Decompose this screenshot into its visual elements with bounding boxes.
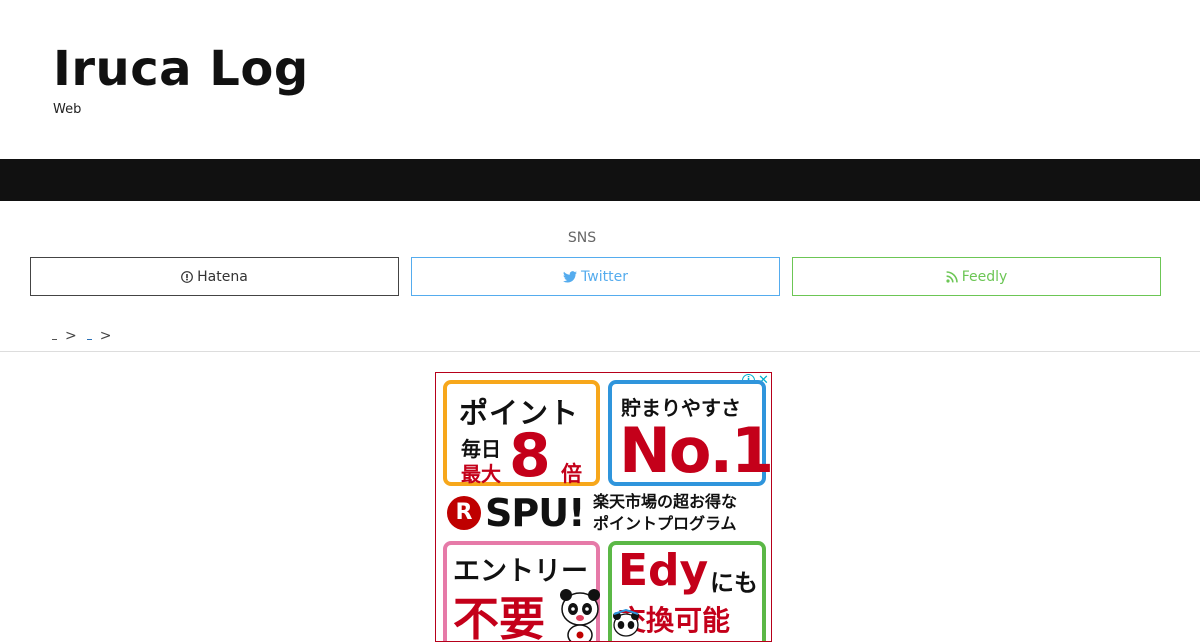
panda-mascot-icon — [560, 589, 600, 641]
breadcrumb-category-link[interactable] — [86, 336, 92, 340]
hatena-icon — [181, 270, 194, 283]
ad-tagline-line1: 楽天市場の超お得な — [593, 492, 738, 511]
ad-entry-value: 不要 — [453, 592, 545, 642]
ad-points-suffix: 倍 — [561, 462, 582, 486]
ad-panel-points: ポイント 毎日 最大 8 倍 — [443, 380, 600, 486]
ad-panel-ranking: 貯まりやすさ No.1 — [608, 380, 771, 486]
ad-points-multiplier: 8 — [509, 421, 551, 491]
feedly-label: Feedly — [961, 268, 1008, 285]
ad-tagline-line2: ポイントプログラム — [593, 514, 737, 533]
twitter-icon — [563, 270, 578, 283]
twitter-label: Twitter — [581, 268, 628, 285]
feedly-follow-button[interactable]: Feedly — [792, 257, 1161, 296]
hatena-label: Hatena — [197, 268, 248, 285]
breadcrumb-separator: > — [99, 328, 112, 344]
hatena-share-button[interactable]: Hatena — [30, 257, 399, 296]
rakuten-r-icon: R — [447, 496, 481, 530]
rakuten-spu-ad-banner[interactable]: i ✕ ポイント 毎日 最大 8 倍 貯まりやすさ No.1 R SPU! 楽天… — [435, 372, 772, 642]
site-header: Iruca Log Web — [0, 0, 1200, 159]
site-title[interactable]: Iruca Log — [53, 40, 309, 98]
sns-heading: SNS — [567, 230, 597, 246]
rakuten-spu-logo: R SPU! — [447, 491, 585, 535]
breadcrumb: > > — [52, 328, 117, 344]
breadcrumb-separator: > — [65, 328, 77, 344]
ad-tagline: 楽天市場の超お得な ポイントプログラム — [593, 491, 737, 535]
spu-logo-text: SPU! — [485, 491, 585, 535]
ad-panel-entry: エントリー 不要 — [443, 541, 600, 642]
site-description: Web — [53, 102, 82, 117]
global-navbar — [0, 159, 1200, 201]
ad-ranking-value: No.1 — [619, 414, 772, 487]
small-panda-mascot-icon — [613, 609, 639, 637]
ad-edy-suffix: にも — [710, 569, 758, 597]
content-divider — [0, 351, 1200, 352]
ad-points-max: 最大 — [461, 462, 501, 486]
ad-edy-heading: Edy — [618, 545, 709, 596]
rss-icon — [946, 270, 958, 283]
twitter-share-button[interactable]: Twitter — [411, 257, 780, 296]
breadcrumb-home-link[interactable] — [52, 336, 57, 340]
